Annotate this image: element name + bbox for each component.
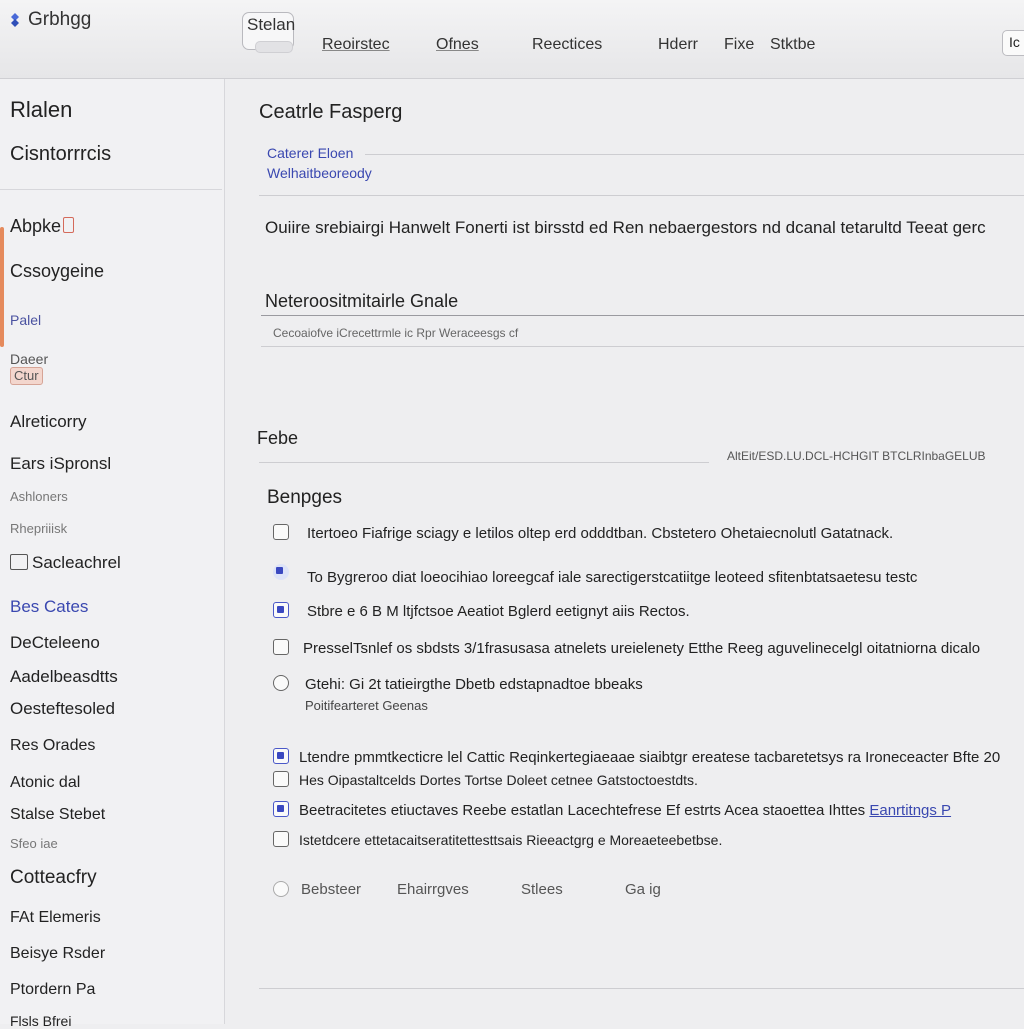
divider (259, 988, 1024, 989)
option2-checkbox-1[interactable] (273, 748, 289, 764)
option2-link[interactable]: Eanrtitngs P (869, 802, 951, 819)
option-checkbox-3[interactable] (273, 602, 289, 618)
sidebar-item-17[interactable]: Stalse Stebet (10, 806, 105, 824)
search-input[interactable]: Stelan (242, 12, 296, 53)
option2-text-4: Istetdcere ettetacaitseratitettesttsais … (299, 832, 723, 848)
option2-checkbox-2[interactable] (273, 771, 289, 787)
footer-item-3[interactable]: Stlees (521, 881, 563, 898)
sidebar-item-6[interactable]: Alreticorry (10, 412, 87, 432)
sidebar-item-2[interactable]: Cssoygeine (10, 261, 104, 282)
sidebar-item-chip: Ctur (10, 367, 43, 385)
sidebar-item-3[interactable]: Palel (10, 312, 41, 328)
search-value: Stelan (247, 15, 296, 34)
option-text-1: Itertoeo Fiafrige sciagy e letilos oltep… (307, 525, 894, 542)
divider (259, 195, 1024, 196)
app-logo-icon (11, 13, 19, 27)
page-title: Ceatrle Fasperg (259, 101, 403, 123)
sidebar-item-12[interactable]: DeCteleeno (10, 633, 100, 653)
nav-link-6[interactable]: Stktbe (770, 36, 815, 54)
field-input[interactable] (261, 315, 1024, 316)
nav-link-5[interactable]: Fixe (724, 36, 754, 54)
sidebar-active-marker (0, 227, 4, 347)
option2-text-3-label: Beetracitetes etiuctaves Reebe estatlan … (299, 802, 866, 819)
divider (365, 154, 1024, 155)
section-title: Febe (257, 428, 299, 448)
sidebar-item-16[interactable]: Atonic dal (10, 774, 80, 792)
main-content: Ceatrle Fasperg Caterer Eloen Welhaitbeo… (225, 79, 1024, 1024)
header-link-2[interactable]: Welhaitbeoreody (267, 165, 372, 181)
footer-radio[interactable] (273, 881, 289, 897)
sidebar-item-label: Daeer (10, 351, 49, 367)
sidebar-item-10[interactable]: Sacleachrel (10, 553, 121, 573)
option-toggle-2[interactable] (273, 564, 289, 580)
option-text-4: PresselTsnlef os sbdsts 3/1frasusasa atn… (303, 640, 981, 657)
divider (259, 462, 709, 463)
nav-link-1[interactable]: Reoirstec (322, 36, 390, 54)
file-icon (63, 217, 75, 233)
nav-link-2[interactable]: Ofnes (436, 36, 479, 54)
field-label: Neteroositmitairle Gnale (265, 291, 459, 311)
sidebar-item-23[interactable]: Flsls Bfrei (10, 1013, 71, 1029)
sidebar-item-20[interactable]: FAt Elemeris (10, 909, 101, 927)
page-description: Ouiire srebiairgi Hanwelt Fonerti ist bi… (265, 218, 986, 237)
footer-item-1[interactable]: Bebsteer (301, 881, 361, 898)
sidebar-item-9[interactable]: Rhepriiisk (10, 521, 67, 536)
sidebar-item-label: Abpke (10, 216, 62, 236)
folder-icon (10, 554, 28, 570)
option2-checkbox-3[interactable] (273, 801, 289, 817)
footer-item-2[interactable]: Ehairrgves (397, 881, 469, 898)
sidebar-item-13[interactable]: Aadelbeasdtts (10, 667, 118, 687)
sidebar-title: Rlalen (10, 97, 73, 122)
divider (261, 346, 1024, 347)
option-text-5: Gtehi: Gi 2t tatieirgthe Dbetb edstapnad… (305, 676, 643, 693)
option-subtext-5: Poitifearteret Geenas (305, 698, 428, 713)
sidebar-item-7[interactable]: Ears iSpronsl (10, 454, 111, 474)
settings-title: Benpges (267, 487, 343, 508)
sidebar-item-15[interactable]: Res Orades (10, 737, 95, 755)
sidebar-item-18[interactable]: Sfeo iae (10, 836, 58, 851)
corner-button[interactable]: Ic (1002, 30, 1024, 56)
option-text-3: Stbre e 6 B M ltjfctsoe Aeatiot Bglerd e… (307, 603, 690, 620)
option2-checkbox-4[interactable] (273, 831, 289, 847)
sidebar-section-title: Cotteacfry (10, 867, 97, 888)
nav-link-3[interactable]: Reectices (532, 36, 602, 54)
option2-text-2: Hes Oipastaltcelds Dortes Tortse Doleet … (299, 772, 698, 788)
sidebar-divider (0, 189, 222, 190)
footer-item-4[interactable]: Ga ig (625, 881, 661, 898)
sidebar-item-8[interactable]: Ashloners (10, 489, 68, 504)
search-pill (255, 41, 293, 53)
option-radio-5[interactable] (273, 675, 289, 691)
nav-link-4[interactable]: Hderr (658, 36, 698, 54)
field-hint: Cecoaiofve iCrecettrmle ic Rpr Weraceesg… (273, 326, 519, 340)
sidebar-subtitle: Cisntorrrcis (10, 143, 112, 165)
app-title-text: Grbhgg (28, 9, 92, 30)
sidebar-item-label: Sacleachrel (32, 553, 121, 572)
sidebar-item-4[interactable]: Daeer Ctur (10, 351, 48, 385)
option-checkbox-1[interactable] (273, 524, 289, 540)
section-meta: AltEit/ESD.LU.DCL-HCHGIT BTCLRInbaGELUB (727, 449, 986, 463)
option-checkbox-4[interactable] (273, 639, 289, 655)
sidebar-item-11[interactable]: Bes Cates (10, 597, 88, 617)
option2-text-1: Ltendre pmmtkecticre lel Cattic Reqinker… (299, 749, 1001, 766)
option-text-2: To Bygreroo diat loeocihiao loreegcaf ia… (307, 569, 918, 586)
sidebar-item-21[interactable]: Beisye Rsder (10, 945, 105, 963)
sidebar-item-1[interactable]: Abpke (10, 216, 75, 237)
sidebar-item-22[interactable]: Ptordern Pa (10, 981, 95, 999)
top-bar: Grbhgg Stelan Reoirstec Ofnes Reectices … (0, 0, 1024, 79)
sidebar: Rlalen Cisntorrrcis Abpke Cssoygeine Pal… (0, 79, 225, 1029)
sidebar-item-14[interactable]: Oesteftesoled (10, 699, 115, 719)
option2-text-3: Beetracitetes etiuctaves Reebe estatlan … (299, 802, 951, 819)
app-title[interactable]: Grbhgg (6, 9, 91, 31)
header-link-1[interactable]: Caterer Eloen (267, 145, 353, 161)
